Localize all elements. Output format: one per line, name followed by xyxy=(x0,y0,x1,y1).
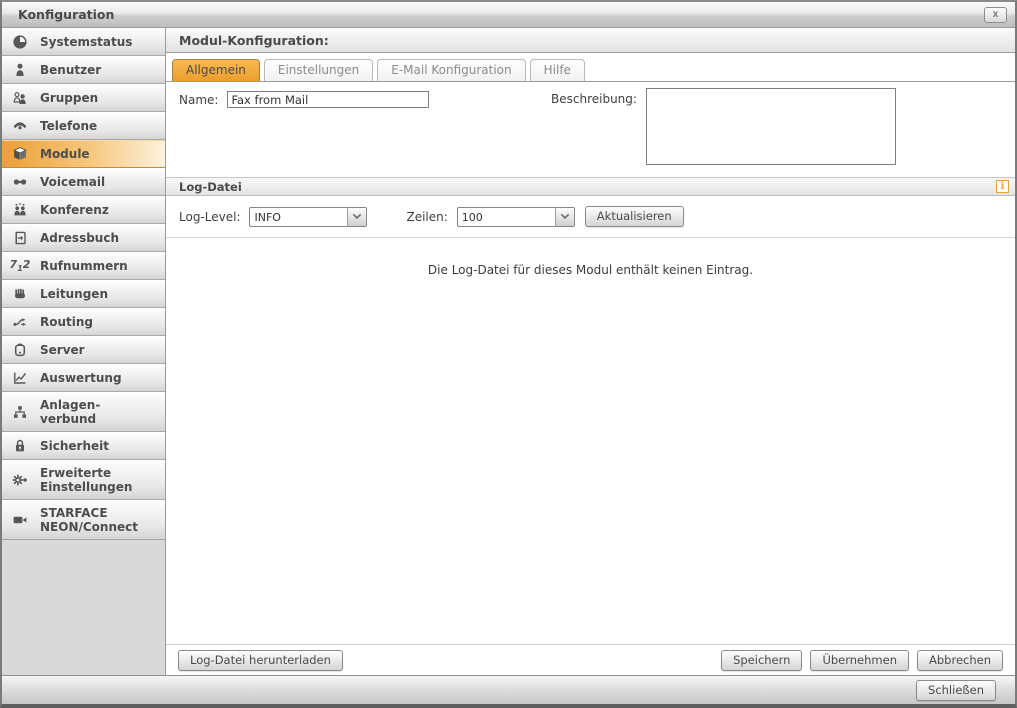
cube-icon xyxy=(9,146,31,162)
close-window-button[interactable]: Schließen xyxy=(916,679,996,701)
sidebar-item-label: Erweiterte Einstellungen xyxy=(40,466,133,494)
titlebar: Konfiguration x xyxy=(2,2,1015,28)
sidebar-item-benutzer[interactable]: Benutzer xyxy=(2,56,165,84)
sidebar-filler xyxy=(2,540,165,675)
sidebar-item-label: Anlagen- verbund xyxy=(40,398,101,426)
log-level-value: INFO xyxy=(254,210,281,224)
log-content-area xyxy=(166,277,1015,644)
tabbar: Allgemein Einstellungen E-Mail Konfigura… xyxy=(166,53,1015,82)
video-camera-icon xyxy=(9,512,31,528)
log-section-header: Log-Datei i xyxy=(166,177,1015,196)
sidebar-item-label: Gruppen xyxy=(40,91,99,105)
sidebar-item-voicemail[interactable]: Voicemail xyxy=(2,168,165,196)
sidebar-item-label: Benutzer xyxy=(40,63,102,77)
phone-icon xyxy=(9,118,31,134)
tab-allgemein[interactable]: Allgemein xyxy=(172,59,260,81)
lines-select[interactable]: 100 xyxy=(456,206,575,227)
general-form: Name: Beschreibung: xyxy=(166,82,1015,177)
sidebar-item-erweiterte-einstellungen[interactable]: Erweiterte Einstellungen xyxy=(2,460,165,500)
sidebar-item-label: Telefone xyxy=(40,119,98,133)
window-bottom-bar: Schließen xyxy=(2,675,1015,704)
log-level-label: Log-Level: xyxy=(179,209,241,224)
gear-plus-icon xyxy=(9,472,31,488)
panel-title: Modul-Konfiguration: xyxy=(166,28,1015,53)
window-title: Konfiguration xyxy=(18,7,115,22)
download-log-button[interactable]: Log-Datei herunterladen xyxy=(178,649,343,671)
module-configuration-panel: Modul-Konfiguration: Allgemein Einstellu… xyxy=(166,28,1015,675)
sidebar-item-telefone[interactable]: Telefone xyxy=(2,112,165,140)
numbers-icon: 712 xyxy=(9,258,31,274)
lines-icon xyxy=(9,286,31,302)
sidebar-item-konferenz[interactable]: Konferenz xyxy=(2,196,165,224)
sidebar-item-label: Routing xyxy=(40,315,94,329)
sidebar-item-label: Rufnummern xyxy=(40,259,128,273)
network-icon xyxy=(9,404,31,420)
user-icon xyxy=(9,62,31,78)
sidebar-item-server[interactable]: Server xyxy=(2,336,165,364)
sidebar-item-starface-neon-connect[interactable]: STARFACE NEON/Connect xyxy=(2,500,165,540)
sidebar-item-adressbuch[interactable]: Adressbuch xyxy=(2,224,165,252)
sidebar-item-systemstatus[interactable]: Systemstatus xyxy=(2,28,165,56)
server-icon xyxy=(9,342,31,358)
clock-icon xyxy=(9,34,31,50)
sidebar-item-rufnummern[interactable]: 712 Rufnummern xyxy=(2,252,165,280)
address-book-icon xyxy=(9,230,31,246)
voicemail-icon xyxy=(9,174,31,190)
chart-icon xyxy=(9,370,31,386)
panel-footer: Log-Datei herunterladen Speichern Überne… xyxy=(166,644,1015,675)
sidebar-item-label: Auswertung xyxy=(40,371,122,385)
sidebar-item-routing[interactable]: Routing xyxy=(2,308,165,336)
cancel-button[interactable]: Abbrechen xyxy=(917,649,1003,671)
sidebar-item-gruppen[interactable]: Gruppen xyxy=(2,84,165,112)
lock-icon xyxy=(9,438,31,454)
log-empty-message: Die Log-Datei für dieses Modul enthält k… xyxy=(427,263,754,277)
tab-email-konfiguration[interactable]: E-Mail Konfiguration xyxy=(377,59,526,81)
sidebar-item-leitungen[interactable]: Leitungen xyxy=(2,280,165,308)
lines-label: Zeilen: xyxy=(406,209,448,224)
save-button[interactable]: Speichern xyxy=(721,649,803,671)
refresh-button[interactable]: Aktualisieren xyxy=(584,206,684,227)
description-label: Beschreibung: xyxy=(551,92,637,106)
log-section-title: Log-Datei xyxy=(179,179,242,194)
tab-hilfe[interactable]: Hilfe xyxy=(529,59,585,81)
sidebar-item-sicherheit[interactable]: Sicherheit xyxy=(2,432,165,460)
log-controls: Log-Level: INFO Zeilen: 100 Aktualisiere… xyxy=(166,196,1015,238)
sidebar-item-label: Adressbuch xyxy=(40,231,120,245)
sidebar-item-module[interactable]: Module xyxy=(2,140,165,168)
sidebar: Systemstatus Benutzer Gruppen Telefone M… xyxy=(2,28,166,675)
name-label: Name: xyxy=(179,92,219,107)
chevron-down-icon xyxy=(554,207,574,226)
info-icon[interactable]: i xyxy=(996,180,1009,193)
description-textarea[interactable] xyxy=(645,88,896,165)
sidebar-item-label: Server xyxy=(40,343,85,357)
tab-einstellungen[interactable]: Einstellungen xyxy=(263,59,374,81)
sidebar-item-anlagenverbund[interactable]: Anlagen- verbund xyxy=(2,392,165,432)
sidebar-item-label: Module xyxy=(40,147,90,161)
lines-value: 100 xyxy=(461,210,483,224)
sidebar-item-label: Leitungen xyxy=(40,287,108,301)
sidebar-item-auswertung[interactable]: Auswertung xyxy=(2,364,165,392)
sidebar-item-label: STARFACE NEON/Connect xyxy=(40,506,138,534)
users-icon xyxy=(9,90,31,106)
sidebar-item-label: Systemstatus xyxy=(40,35,133,49)
close-icon[interactable]: x xyxy=(984,6,1007,23)
sidebar-item-label: Konferenz xyxy=(40,203,109,217)
name-input[interactable] xyxy=(227,91,430,108)
konfiguration-window: Konfiguration x Systemstatus Benutzer Gr… xyxy=(0,0,1017,708)
routing-icon xyxy=(9,314,31,330)
sidebar-item-label: Voicemail xyxy=(40,175,106,189)
apply-button[interactable]: Übernehmen xyxy=(810,649,909,671)
sidebar-item-label: Sicherheit xyxy=(40,439,109,453)
chevron-down-icon xyxy=(347,207,367,226)
log-level-select[interactable]: INFO xyxy=(249,206,368,227)
conference-icon xyxy=(9,202,31,218)
